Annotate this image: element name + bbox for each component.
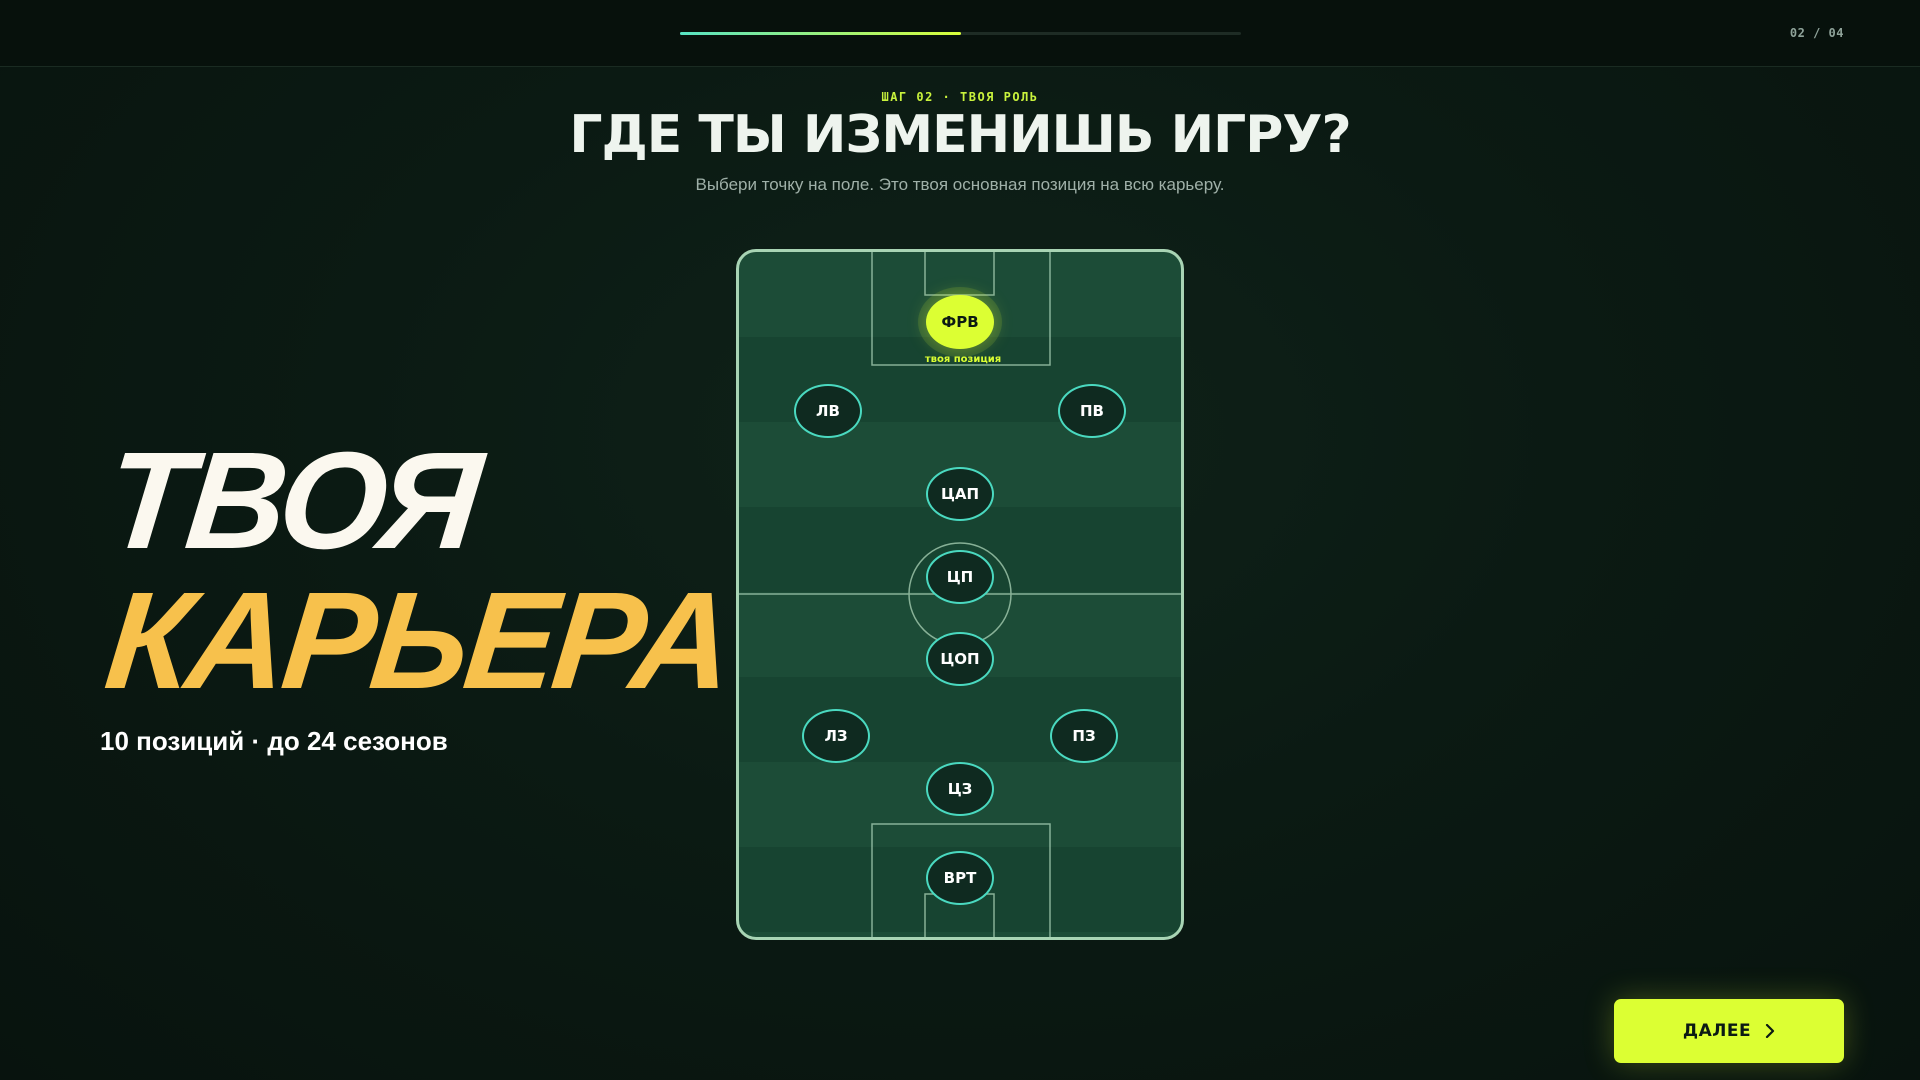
progress-bar: [680, 32, 1241, 35]
page-title: ГДЕ ТЫ ИЗМЕНИШЬ ИГРУ?: [569, 105, 1351, 165]
step-counter: 02 / 04: [1789, 26, 1844, 40]
step-label: ШАГ 02 · ТВОЯ РОЛЬ: [881, 90, 1039, 104]
position-cap[interactable]: ЦАП: [926, 467, 994, 521]
position-pz[interactable]: ПЗ: [1050, 709, 1118, 763]
position-lz[interactable]: ЛЗ: [802, 709, 870, 763]
position-cp[interactable]: ЦП: [926, 550, 994, 604]
position-cop[interactable]: ЦОП: [926, 632, 994, 686]
chevron-right-icon: [1765, 1024, 1775, 1038]
hero-subtitle: 10 позиций · до 24 сезонов: [100, 726, 448, 756]
position-frv[interactable]: ФРВ: [926, 295, 994, 349]
position-cz[interactable]: ЦЗ: [926, 762, 994, 816]
page-subtitle: Выбери точку на поле. Это твоя основная …: [695, 175, 1225, 194]
football-pitch: твоя позиция ФРВ ЛВ ПВ ЦАП ЦП ЦОП ЛЗ ПЗ ЦЗ ВРТ: [736, 249, 1184, 940]
position-pv[interactable]: ПВ: [1058, 384, 1126, 438]
next-button-label: ДАЛЕЕ: [1682, 1021, 1752, 1041]
top-bar: 02 / 04: [0, 0, 1920, 67]
position-vrt[interactable]: ВРТ: [926, 851, 994, 905]
position-lv[interactable]: ЛВ: [794, 384, 862, 438]
hero-title-line2: КАРЬЕРА: [99, 564, 737, 718]
progress-fill: [680, 32, 961, 35]
your-position-label: твоя позиция: [924, 354, 1002, 365]
hero-title-line1: ТВОЯ: [99, 424, 485, 578]
next-button[interactable]: ДАЛЕЕ: [1614, 999, 1844, 1063]
